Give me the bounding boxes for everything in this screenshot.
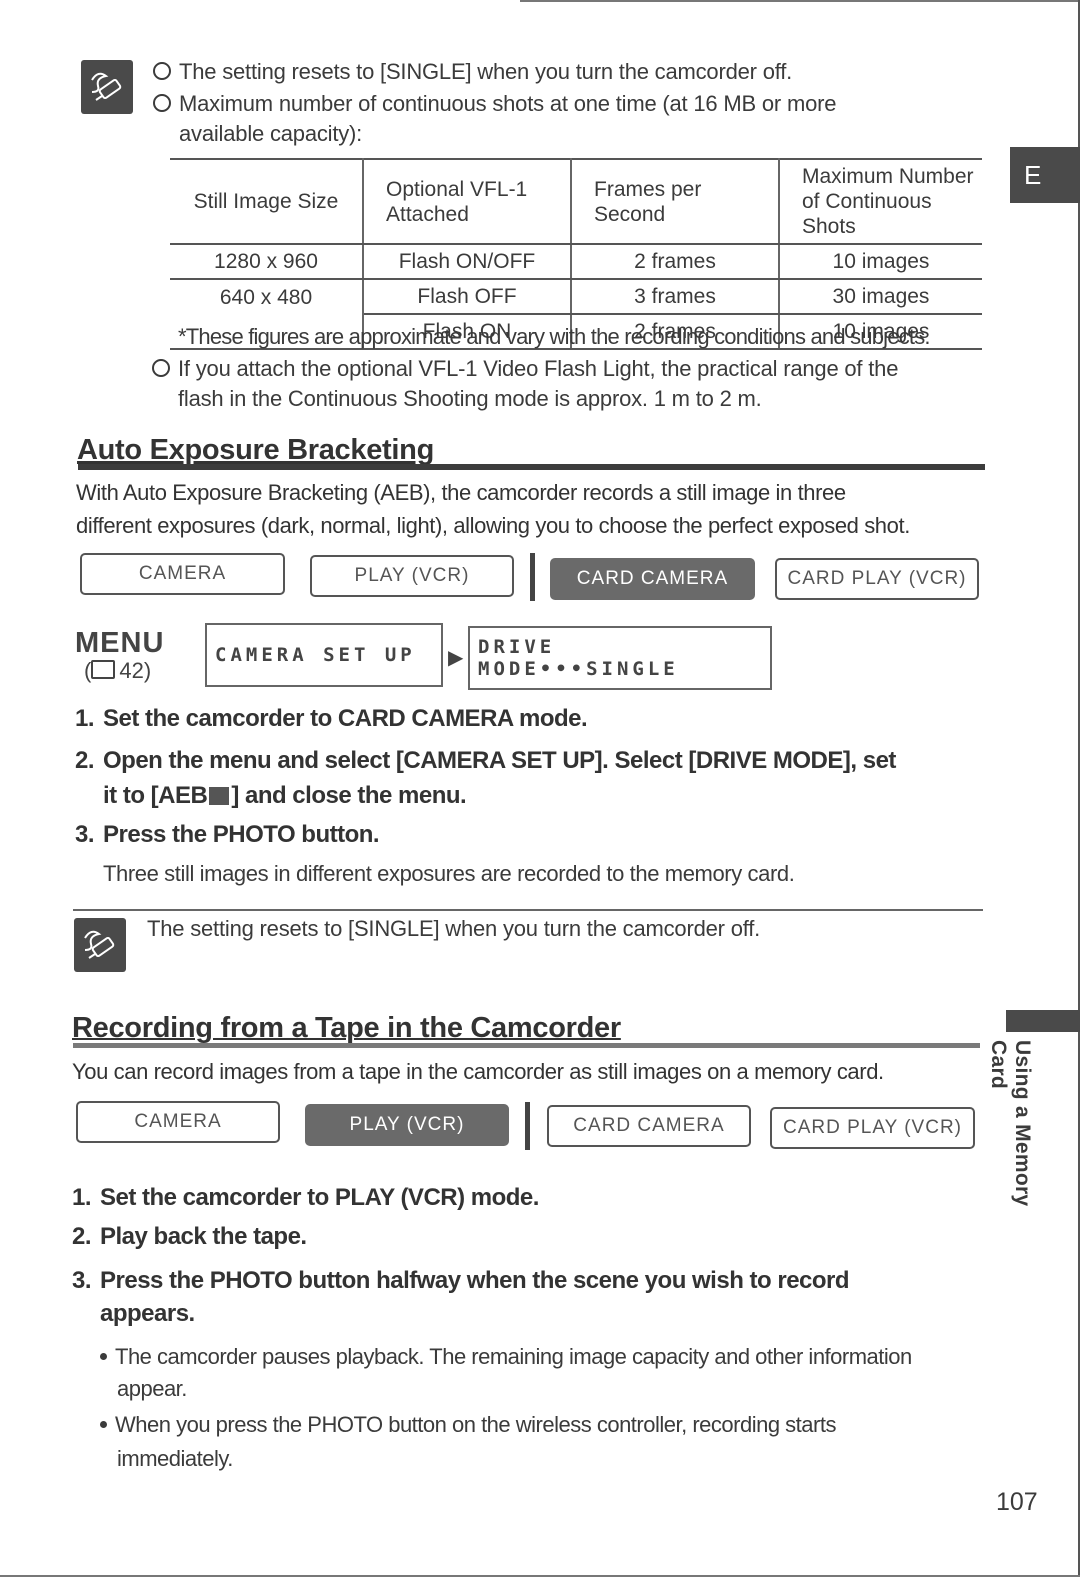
mode-separator xyxy=(530,553,535,601)
top-rule xyxy=(520,0,1080,2)
mode-play-vcr: PLAY (VCR) xyxy=(310,555,514,597)
mode-camera: CAMERA xyxy=(80,553,285,595)
tape-step-2: 2. Play back the tape. xyxy=(72,1223,307,1250)
tape-bullet-1: The camcorder pauses playback. The remai… xyxy=(100,1340,912,1373)
table-header-fps: Frames per Second xyxy=(571,158,780,245)
mode-play-vcr-active: PLAY (VCR) xyxy=(305,1104,509,1146)
note-item-max-cont: available capacity): xyxy=(179,121,363,146)
mode-card-play-vcr: CARD PLAY (VCR) xyxy=(775,558,979,600)
aeb-intro-line1: With Auto Exposure Bracketing (AEB), the… xyxy=(76,480,846,505)
pencil-note-icon xyxy=(74,918,126,972)
chapter-side-label: Using a Memory Card xyxy=(987,1040,1034,1207)
table-header-max: Maximum Number of Continuous Shots xyxy=(779,158,982,245)
bullet-dot-icon xyxy=(100,1353,107,1360)
note-rule xyxy=(73,909,983,911)
aeb-step-1: 1. Set the camcorder to CARD CAMERA mode. xyxy=(75,705,588,732)
aeb-step-2-cont: it to [AEB] and close the menu. xyxy=(103,782,467,809)
section-heading-tape: Recording from a Tape in the Camcorder xyxy=(72,1012,621,1044)
menu-camera-set-up: CAMERA SET UP xyxy=(205,623,443,687)
aeb-note-text: The setting resets to [SINGLE] when you … xyxy=(147,916,761,941)
circle-bullet-icon xyxy=(152,359,170,377)
mode-card-camera: CARD CAMERA xyxy=(547,1105,751,1147)
flash-note: If you attach the optional VFL-1 Video F… xyxy=(152,354,898,384)
tape-intro: You can record images from a tape in the… xyxy=(72,1059,884,1084)
table-row: 1280 x 960 Flash ON/OFF 2 frames 10 imag… xyxy=(170,244,982,280)
mode-card-play-vcr: CARD PLAY (VCR) xyxy=(770,1107,975,1149)
mode-camera: CAMERA xyxy=(76,1101,280,1143)
mode-separator xyxy=(525,1102,530,1150)
book-icon xyxy=(91,660,116,679)
section-rule xyxy=(78,464,985,470)
circle-bullet-icon xyxy=(153,62,171,80)
tape-bullet-1-cont: appear. xyxy=(117,1376,187,1401)
tape-step-3: 3. Press the PHOTO button halfway when th… xyxy=(72,1267,850,1294)
circle-bullet-icon xyxy=(153,94,171,112)
aeb-intro-line2: different exposures (dark, normal, light… xyxy=(76,513,910,538)
mode-card-camera-active: CARD CAMERA xyxy=(550,558,755,600)
menu-page-ref: (42) xyxy=(84,658,152,683)
menu-label: MENU xyxy=(75,627,165,659)
page-number: 107 xyxy=(996,1488,1038,1516)
tape-bullet-2: When you press the PHOTO button on the w… xyxy=(100,1408,836,1441)
table-row: 640 x 480 Flash OFF 3 frames 30 images xyxy=(170,279,982,315)
table-header-vfl: Optional VFL-1 Attached xyxy=(363,158,572,245)
tape-step-3-cont: appears. xyxy=(100,1300,195,1327)
flash-note-cont: flash in the Continuous Shooting mode is… xyxy=(178,386,762,411)
menu-drive-mode: DRIVE MODE•••SINGLE xyxy=(468,626,772,690)
section-heading-aeb: Auto Exposure Bracketing xyxy=(77,434,434,466)
tape-step-1: 1. Set the camcorder to PLAY (VCR) mode. xyxy=(72,1184,539,1211)
aeb-drive-icon xyxy=(209,787,230,805)
table-footnote: *These figures are approximate and vary … xyxy=(178,324,931,349)
aeb-step-3-desc: Three still images in different exposure… xyxy=(103,861,795,886)
bullet-dot-icon xyxy=(100,1421,107,1428)
note-item-max: Maximum number of continuous shots at on… xyxy=(153,89,836,119)
pencil-note-icon xyxy=(81,60,133,114)
aeb-step-2: 2. Open the menu and select [CAMERA SET U… xyxy=(75,747,896,774)
menu-arrow-icon: ▶ xyxy=(448,647,464,669)
note-item-reset: The setting resets to [SINGLE] when you … xyxy=(153,57,792,87)
table-header-row: Still Image Size Optional VFL-1 Attached … xyxy=(170,158,982,245)
section-rule xyxy=(73,1043,980,1048)
language-tab: E xyxy=(1010,147,1080,203)
tape-bullet-2-cont: immediately. xyxy=(117,1446,233,1471)
aeb-step-3: 3. Press the PHOTO button. xyxy=(75,821,380,848)
table-header-size: Still Image Size xyxy=(170,158,364,245)
chapter-tab-bar xyxy=(1006,1010,1080,1032)
